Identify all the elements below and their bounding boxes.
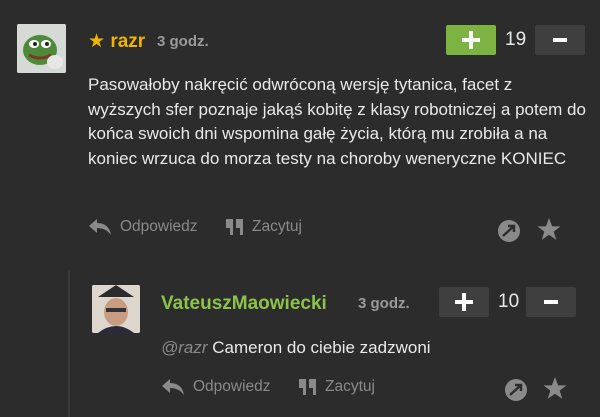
minus-icon [544, 300, 558, 304]
reply-avatar[interactable] [92, 285, 140, 333]
star-icon[interactable] [542, 376, 568, 401]
reply-vote-count: 10 [498, 291, 520, 312]
plus-icon [455, 293, 473, 311]
reply-arrow-icon [89, 219, 111, 235]
reply-upvote-button[interactable] [439, 287, 489, 317]
reply-link[interactable]: Odpowiedz [88, 218, 198, 236]
thread-line [68, 270, 70, 417]
comment-text: Pasowałoby nakręcić odwróconą wersję tyt… [88, 75, 586, 168]
reply-arrow-icon [162, 379, 184, 395]
reply-reply-link[interactable]: Odpowiedz [161, 378, 271, 396]
quote-icon [226, 219, 243, 235]
upvote-button[interactable] [446, 25, 496, 55]
plus-icon [462, 31, 480, 49]
quote-icon [299, 379, 316, 395]
quote-link[interactable]: Zacytuj [226, 218, 302, 236]
minus-icon [553, 38, 567, 42]
reply-text: @razr Cameron do ciebie zadzwoni [161, 336, 431, 361]
downvote-button[interactable] [535, 25, 585, 55]
timestamp[interactable]: 3 godz. [157, 33, 209, 50]
mention-link[interactable]: @razr [161, 338, 208, 357]
username[interactable]: ★ razr [88, 30, 145, 53]
quote-label[interactable]: Zacytuj [252, 218, 302, 236]
reply-downvote-button[interactable] [526, 287, 576, 317]
share-icon[interactable] [497, 219, 521, 243]
share-icon[interactable] [504, 378, 528, 402]
reply-label[interactable]: Odpowiedz [120, 218, 198, 236]
reply-label[interactable]: Odpowiedz [193, 378, 271, 396]
vote-count: 19 [505, 29, 527, 50]
avatar[interactable] [17, 24, 66, 73]
reply-quote-link[interactable]: Zacytuj [299, 378, 375, 396]
reply-timestamp[interactable]: 3 godz. [358, 295, 410, 312]
star-icon: ★ [88, 31, 106, 52]
reply-username[interactable]: VateuszMaowiecki [161, 293, 327, 315]
reply-body: Cameron do ciebie zadzwoni [207, 338, 431, 357]
quote-label[interactable]: Zacytuj [325, 378, 375, 396]
star-icon[interactable] [536, 217, 562, 242]
